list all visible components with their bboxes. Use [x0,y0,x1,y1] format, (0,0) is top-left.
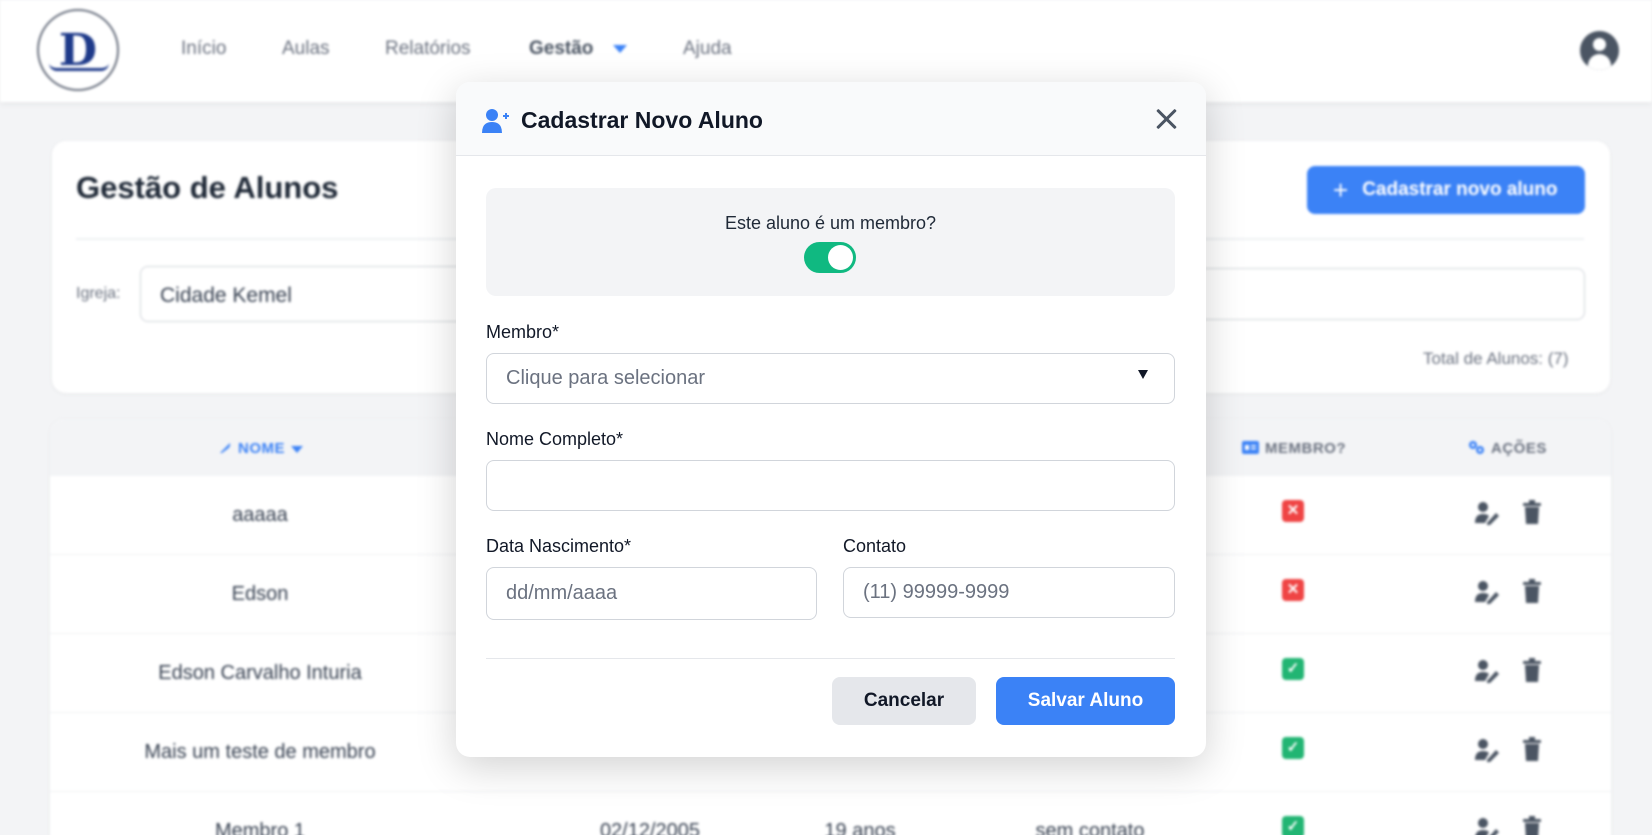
register-student-modal: Cadastrar Novo Aluno Este aluno é um mem… [456,82,1206,757]
member-toggle-box: Este aluno é um membro? [486,188,1175,296]
member-toggle[interactable] [804,242,856,273]
member-select-placeholder: Clique para selecionar [506,367,706,389]
birthdate-label: Data Nascimento* [486,536,632,556]
cancel-button[interactable]: Cancelar [832,677,976,725]
close-icon[interactable] [1151,104,1181,134]
member-question: Este aluno é um membro? [724,213,937,233]
contact-input[interactable] [843,567,1175,618]
footer-divider [486,658,1175,659]
member-label: Membro* [486,322,560,342]
user-plus-icon [482,109,509,133]
fullname-label: Nome Completo* [486,429,624,449]
modal-header: Cadastrar Novo Aluno [456,82,1206,156]
birthdate-input[interactable] [486,567,817,620]
select-arrow-icon [1138,370,1148,379]
modal-title: Cadastrar Novo Aluno [521,107,763,133]
save-button[interactable]: Salvar Aluno [996,677,1175,725]
fullname-input[interactable] [486,460,1175,511]
member-select[interactable]: Clique para selecionar [486,353,1175,404]
contact-label: Contato [843,536,907,556]
